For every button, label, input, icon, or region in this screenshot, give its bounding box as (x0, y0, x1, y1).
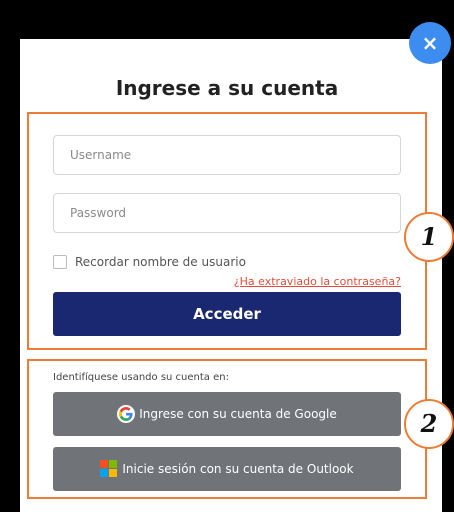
remember-label: Recordar nombre de usuario (75, 255, 246, 269)
screen-backdrop: × Ingrese a su cuenta Recordar nombre de… (0, 0, 454, 512)
submit-button[interactable]: Acceder (53, 292, 401, 336)
password-input[interactable] (53, 193, 401, 233)
close-button[interactable]: × (409, 22, 451, 64)
annotation-badge-1: 1 (404, 212, 454, 262)
modal-title: Ingrese a su cuenta (115, 76, 339, 100)
outlook-login-label: Inicie sesión con su cuenta de Outlook (122, 462, 354, 476)
username-input[interactable] (53, 135, 401, 175)
social-login-intro: Identifíquese usando su cuenta en: (53, 372, 229, 383)
remember-username[interactable]: Recordar nombre de usuario (53, 255, 246, 269)
google-login-label: Ingrese con su cuenta de Google (139, 407, 337, 421)
google-icon (117, 405, 136, 423)
remember-checkbox[interactable] (53, 255, 67, 269)
google-login-button[interactable]: Ingrese con su cuenta de Google (53, 392, 401, 436)
outlook-login-button[interactable]: Inicie sesión con su cuenta de Outlook (53, 447, 401, 491)
forgot-password-link[interactable]: ¿Ha extraviado la contraseña? (234, 275, 401, 288)
annotation-badge-2: 2 (404, 399, 454, 449)
microsoft-icon (100, 460, 118, 478)
close-icon: × (421, 31, 439, 55)
